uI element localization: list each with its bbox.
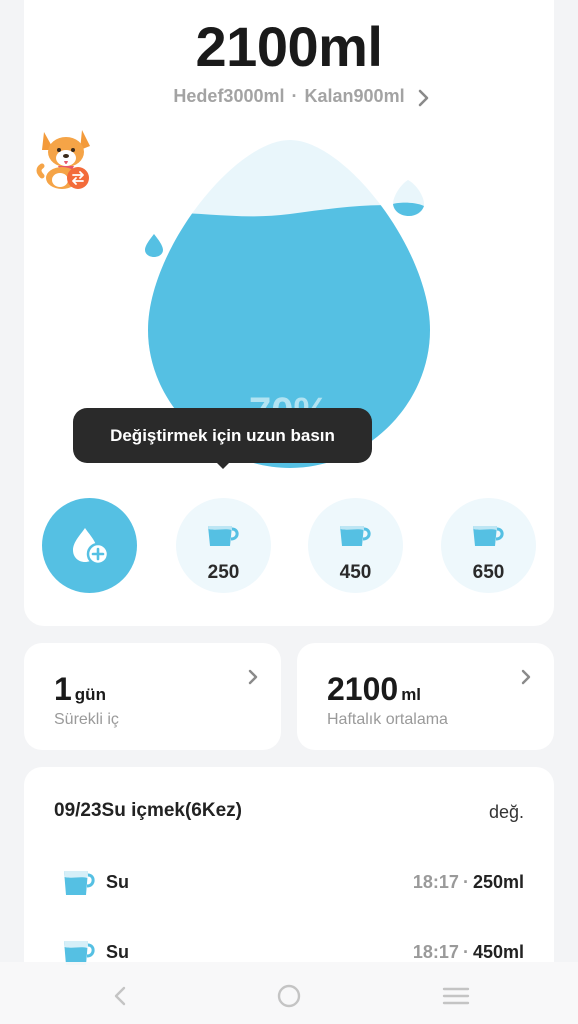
cup-label: 450 [339, 562, 372, 583]
cup-button-250[interactable]: 250 [176, 498, 271, 593]
log-row-detail: 18:17 · 250ml [413, 872, 524, 893]
streak-card[interactable]: 1 gün Sürekli iç [24, 643, 281, 750]
add-custom-water-button[interactable] [42, 498, 137, 593]
water-drop-plus-icon [72, 527, 109, 565]
weekly-label: Haftalık ortalama [327, 711, 448, 728]
cup-icon [473, 526, 504, 546]
log-row-time: 18:17 [412, 872, 459, 892]
weekly-number: 2100 [327, 671, 399, 707]
log-row[interactable]: Su 18:17 · 250ml [24, 865, 554, 905]
chevron-right-icon [248, 669, 258, 685]
home-icon[interactable] [277, 984, 301, 1008]
log-row-amount: 450ml [472, 942, 524, 962]
back-icon[interactable] [110, 984, 130, 1008]
streak-unit: gün [74, 685, 106, 704]
log-row-name: Su [106, 872, 130, 892]
log-row-detail: 18:17 · 450ml [413, 942, 524, 963]
weekly-value: 2100 ml [327, 671, 421, 708]
log-row-time: 18:17 [412, 942, 459, 962]
cup-icon [208, 526, 239, 546]
system-navigation-bar [0, 962, 578, 1024]
log-title: 09/23Su içmek(6Kez) [54, 800, 242, 821]
weekly-average-card[interactable]: 2100 ml Haftalık ortalama [297, 643, 554, 750]
streak-value: 1 gün [54, 671, 106, 708]
long-press-tooltip: Değiştirmek için uzun basın [73, 408, 372, 463]
cup-button-650[interactable]: 650 [441, 498, 536, 593]
tooltip-arrow [214, 460, 232, 469]
cup-icon [340, 526, 371, 546]
cup-label: 250 [207, 562, 240, 583]
cup-icon [64, 871, 95, 895]
streak-label: Sürekli iç [54, 711, 119, 728]
menu-icon[interactable] [442, 986, 470, 1006]
streak-number: 1 [54, 671, 72, 707]
log-row-name: Su [106, 942, 130, 962]
log-row-amount: 250ml [472, 872, 524, 892]
cup-label: 650 [472, 562, 505, 583]
edit-log-button[interactable]: değ. [489, 802, 524, 823]
chevron-right-icon [521, 669, 531, 685]
cup-button-450[interactable]: 450 [308, 498, 403, 593]
weekly-unit: ml [401, 685, 422, 704]
log-row-separator: · [462, 872, 469, 892]
log-row-separator: · [462, 942, 469, 962]
